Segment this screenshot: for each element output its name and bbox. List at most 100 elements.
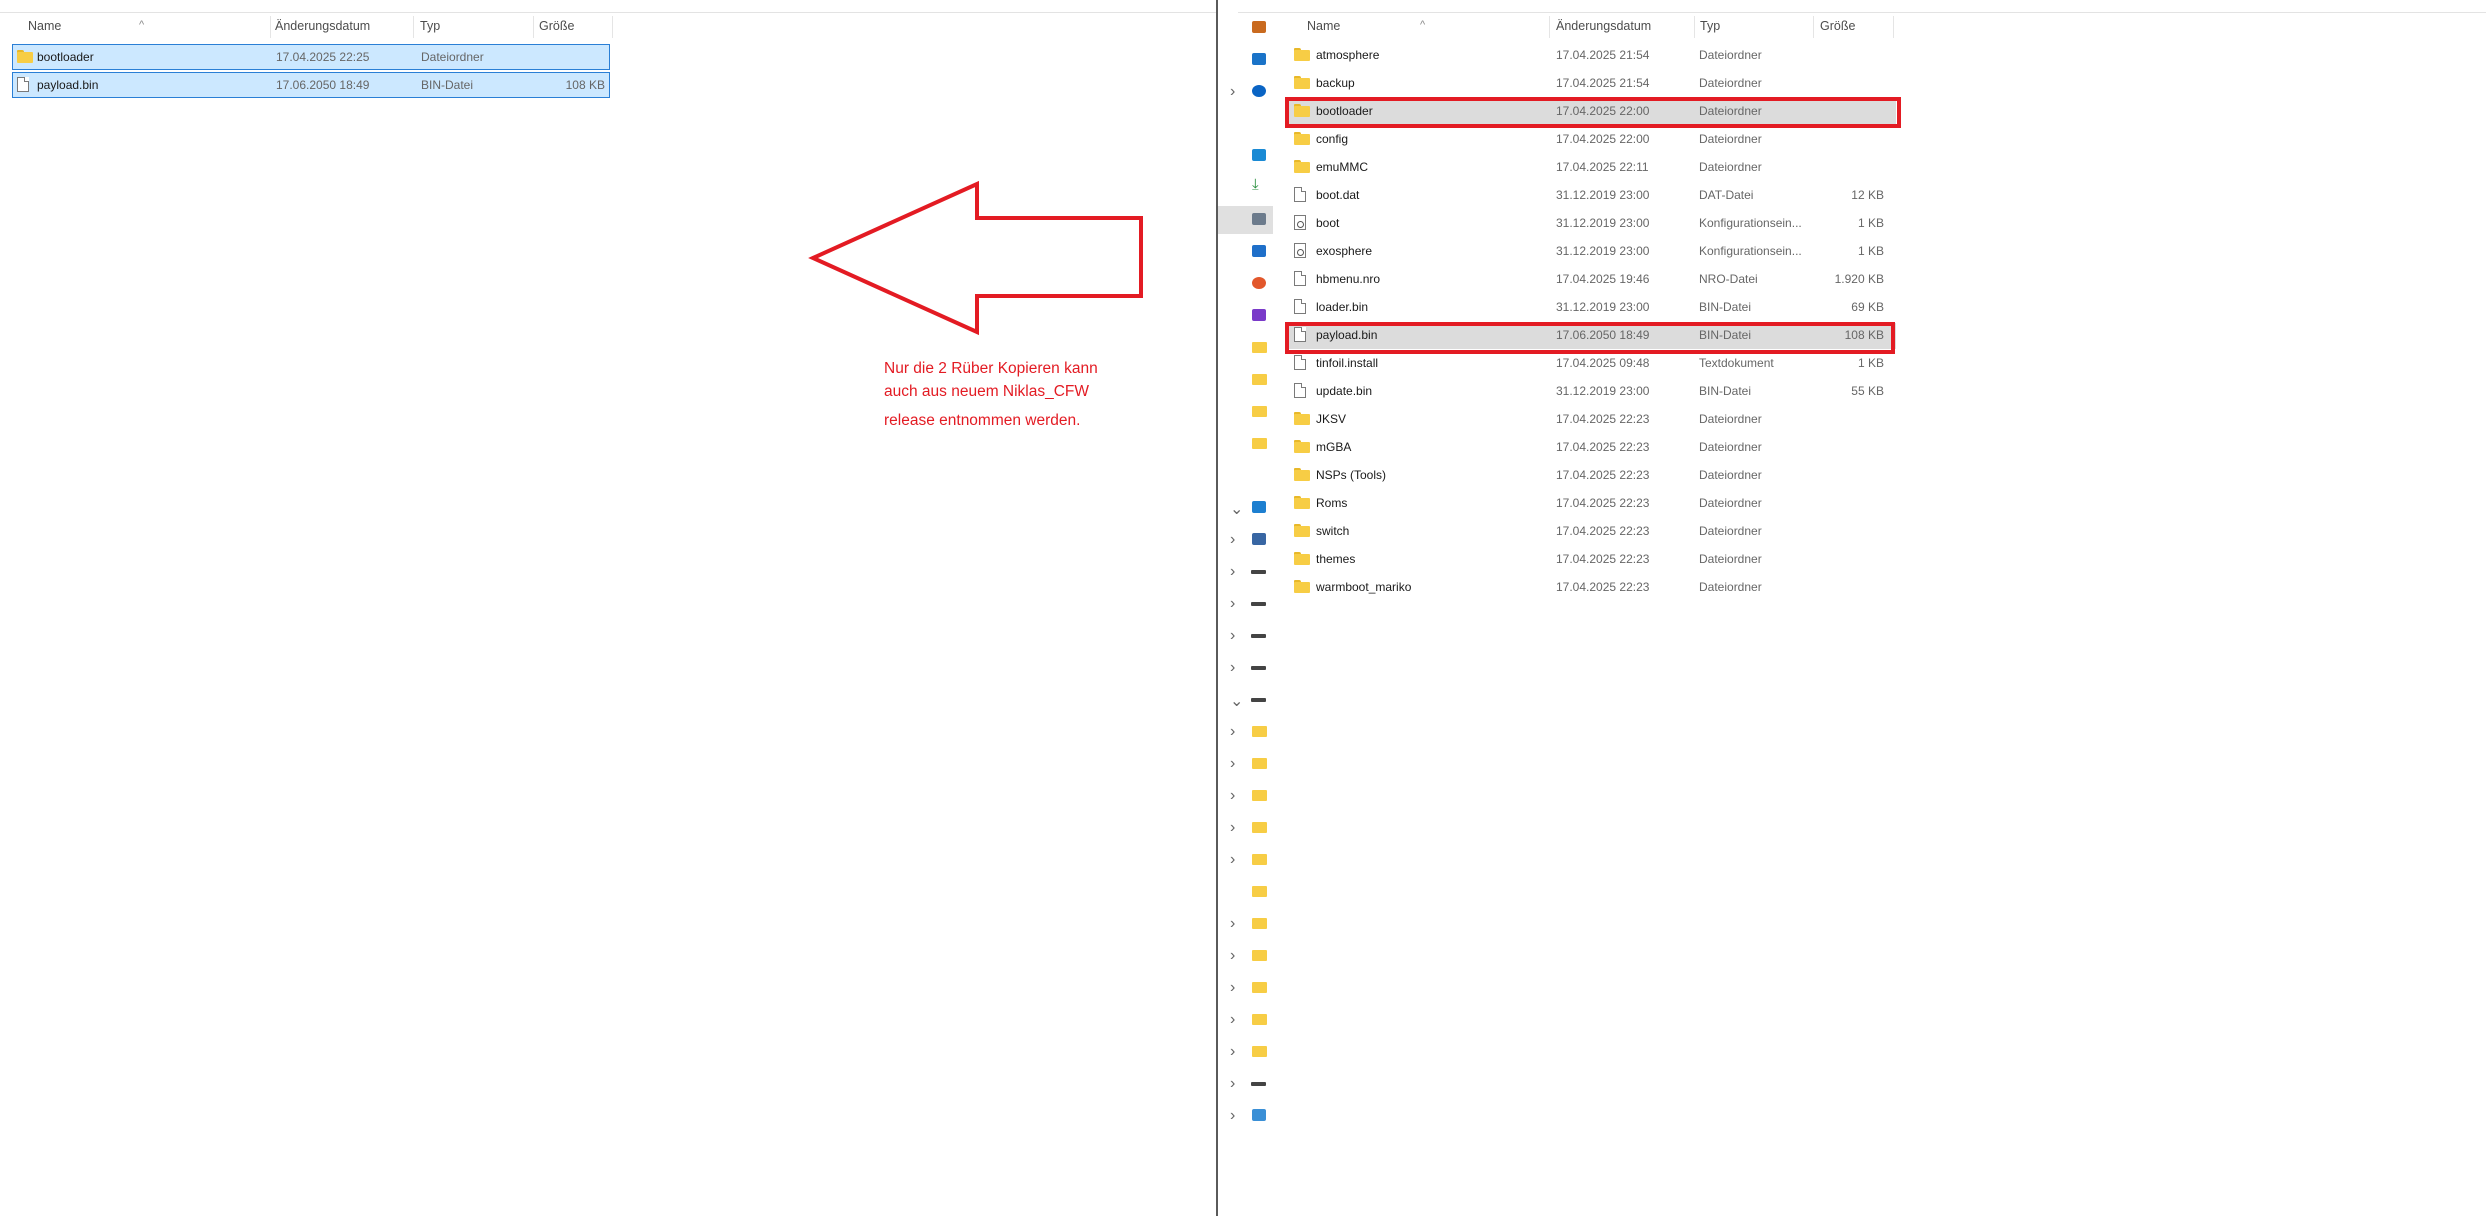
chevron-right-icon[interactable]: › bbox=[1230, 979, 1235, 997]
nav-item[interactable]: › bbox=[1218, 1102, 1273, 1130]
file-type: Dateiordner bbox=[1699, 160, 1762, 174]
nav-item[interactable]: › bbox=[1218, 558, 1273, 586]
annotation-line-2: auch aus neuem Niklas_CFW bbox=[884, 383, 1090, 400]
file-type: BIN-Datei bbox=[421, 78, 474, 92]
nav-item[interactable]: › bbox=[1218, 718, 1273, 746]
chevron-right-icon[interactable]: › bbox=[1230, 563, 1235, 581]
chevron-right-icon[interactable]: › bbox=[1230, 723, 1235, 741]
file-type: Dateiordner bbox=[1699, 580, 1762, 594]
file-row[interactable]: emuMMC 17.04.2025 22:11 Dateiordner bbox=[1288, 155, 1896, 181]
nav-item[interactable] bbox=[1218, 302, 1273, 330]
nav-item[interactable] bbox=[1218, 14, 1273, 42]
file-row[interactable]: backup 17.04.2025 21:54 Dateiordner bbox=[1288, 71, 1896, 97]
file-row[interactable]: config 17.04.2025 22:00 Dateiordner bbox=[1288, 127, 1896, 153]
nav-item[interactable]: › bbox=[1218, 1006, 1273, 1034]
column-date[interactable]: Änderungsdatum bbox=[1556, 19, 1651, 33]
file-name: boot bbox=[1316, 216, 1340, 230]
file-date: 17.04.2025 22:23 bbox=[1556, 468, 1650, 482]
column-type[interactable]: Typ bbox=[420, 19, 440, 33]
nav-item[interactable]: › bbox=[1218, 1038, 1273, 1066]
nav-item[interactable] bbox=[1218, 334, 1273, 362]
chevron-right-icon[interactable]: › bbox=[1230, 1075, 1235, 1093]
column-name[interactable]: Name bbox=[1307, 19, 1340, 33]
nav-item[interactable]: › bbox=[1218, 782, 1273, 810]
file-row[interactable]: boot.dat 31.12.2019 23:00 DAT-Datei 12 KB bbox=[1288, 183, 1896, 209]
nav-item[interactable]: › bbox=[1218, 846, 1273, 874]
nav-item[interactable]: › bbox=[1218, 942, 1273, 970]
nav-item[interactable] bbox=[1218, 366, 1273, 394]
chevron-right-icon[interactable]: › bbox=[1230, 595, 1235, 613]
annotation-line-3: release entnommen werden. bbox=[884, 412, 1081, 429]
nav-item[interactable] bbox=[1218, 206, 1273, 234]
chevron-right-icon[interactable]: › bbox=[1230, 787, 1235, 805]
nav-item[interactable] bbox=[1218, 398, 1273, 426]
file-row[interactable]: warmboot_mariko 17.04.2025 22:23 Dateiordn… bbox=[1288, 575, 1896, 601]
nav-item[interactable]: ⤓ bbox=[1218, 174, 1273, 202]
nav-item[interactable] bbox=[1218, 878, 1273, 906]
nav-item[interactable]: › bbox=[1218, 654, 1273, 682]
nav-item[interactable] bbox=[1218, 46, 1273, 74]
file-row[interactable]: bootloader 17.04.2025 22:25 Dateiordner bbox=[12, 44, 610, 70]
file-row[interactable]: loader.bin 31.12.2019 23:00 BIN-Datei 69 KB bbox=[1288, 295, 1896, 321]
column-date[interactable]: Änderungsdatum bbox=[275, 19, 370, 33]
chevron-right-icon[interactable]: › bbox=[1230, 1011, 1235, 1029]
file-name: tinfoil.install bbox=[1316, 356, 1379, 370]
file-row[interactable]: mGBA 17.04.2025 22:23 Dateiordner bbox=[1288, 435, 1896, 461]
file-row[interactable]: NSPs (Tools) 17.04.2025 22:23 Dateiordner bbox=[1288, 463, 1896, 489]
nav-item[interactable]: › bbox=[1218, 526, 1273, 554]
file-row[interactable]: JKSV 17.04.2025 22:23 Dateiordner bbox=[1288, 407, 1896, 433]
folder-icon bbox=[1252, 342, 1267, 353]
folder-icon bbox=[1252, 758, 1267, 769]
folder-icon bbox=[1294, 412, 1310, 425]
chevron-down-icon[interactable]: ⌄ bbox=[1230, 499, 1243, 519]
chevron-right-icon[interactable]: › bbox=[1230, 915, 1235, 933]
file-row[interactable]: boot 31.12.2019 23:00 Konfigurationsein...… bbox=[1288, 211, 1896, 237]
file-row[interactable]: update.bin 31.12.2019 23:00 BIN-Datei 55 KB bbox=[1288, 379, 1896, 405]
nav-item[interactable] bbox=[1218, 430, 1273, 458]
nav-item[interactable] bbox=[1218, 238, 1273, 266]
file-row[interactable]: payload.bin 17.06.2050 18:49 BIN-Datei 108 … bbox=[12, 72, 610, 98]
file-icon bbox=[1294, 271, 1306, 286]
nav-item[interactable]: › bbox=[1218, 750, 1273, 778]
file-row[interactable]: exosphere 31.12.2019 23:00 Konfigurationse… bbox=[1288, 239, 1896, 265]
file-row[interactable]: Roms 17.04.2025 22:23 Dateiordner bbox=[1288, 491, 1896, 517]
nav-item[interactable]: › bbox=[1218, 622, 1273, 650]
nav-item[interactable]: › bbox=[1218, 974, 1273, 1002]
file-date: 17.04.2025 22:23 bbox=[1556, 524, 1650, 538]
chevron-right-icon[interactable]: › bbox=[1230, 531, 1235, 549]
file-name: warmboot_mariko bbox=[1316, 580, 1412, 594]
nav-item[interactable]: ⌄ bbox=[1218, 494, 1273, 522]
nav-item[interactable] bbox=[1218, 270, 1273, 298]
chevron-right-icon[interactable]: › bbox=[1230, 1043, 1235, 1061]
column-name[interactable]: Name bbox=[28, 19, 61, 33]
chevron-right-icon[interactable]: › bbox=[1230, 659, 1235, 677]
nav-item[interactable] bbox=[1218, 142, 1273, 170]
column-size[interactable]: Größe bbox=[539, 19, 574, 33]
chevron-right-icon[interactable]: › bbox=[1230, 947, 1235, 965]
chevron-right-icon[interactable]: › bbox=[1230, 819, 1235, 837]
nav-item[interactable]: › bbox=[1218, 590, 1273, 618]
chevron-right-icon[interactable]: › bbox=[1230, 851, 1235, 869]
chevron-right-icon[interactable]: › bbox=[1230, 755, 1235, 773]
nav-item[interactable]: › bbox=[1218, 1070, 1273, 1098]
column-type[interactable]: Typ bbox=[1700, 19, 1720, 33]
file-name: mGBA bbox=[1316, 440, 1352, 454]
chevron-right-icon[interactable]: › bbox=[1230, 1107, 1235, 1125]
chevron-right-icon[interactable]: › bbox=[1230, 627, 1235, 645]
nav-item[interactable]: ⌄ bbox=[1218, 686, 1273, 714]
file-row[interactable]: hbmenu.nro 17.04.2025 19:46 NRO-Datei 1.920… bbox=[1288, 267, 1896, 293]
file-row[interactable]: switch 17.04.2025 22:23 Dateiordner bbox=[1288, 519, 1896, 545]
nav-item[interactable]: › bbox=[1218, 910, 1273, 938]
column-size[interactable]: Größe bbox=[1820, 19, 1855, 33]
folder-icon bbox=[1294, 552, 1310, 565]
nav-item[interactable]: › bbox=[1218, 814, 1273, 842]
file-row[interactable]: themes 17.04.2025 22:23 Dateiordner bbox=[1288, 547, 1896, 573]
file-row[interactable]: tinfoil.install 17.04.2025 09:48 Textdokum… bbox=[1288, 351, 1896, 377]
highlight-box-payload bbox=[1285, 322, 1895, 354]
chevron-down-icon[interactable]: ⌄ bbox=[1230, 691, 1243, 711]
file-row[interactable]: atmosphere 17.04.2025 21:54 Dateiordner bbox=[1288, 43, 1896, 69]
nav-item[interactable]: › bbox=[1218, 78, 1273, 106]
highlight-box-bootloader bbox=[1285, 97, 1901, 128]
file-date: 17.04.2025 22:23 bbox=[1556, 412, 1650, 426]
chevron-right-icon[interactable]: › bbox=[1230, 83, 1235, 101]
